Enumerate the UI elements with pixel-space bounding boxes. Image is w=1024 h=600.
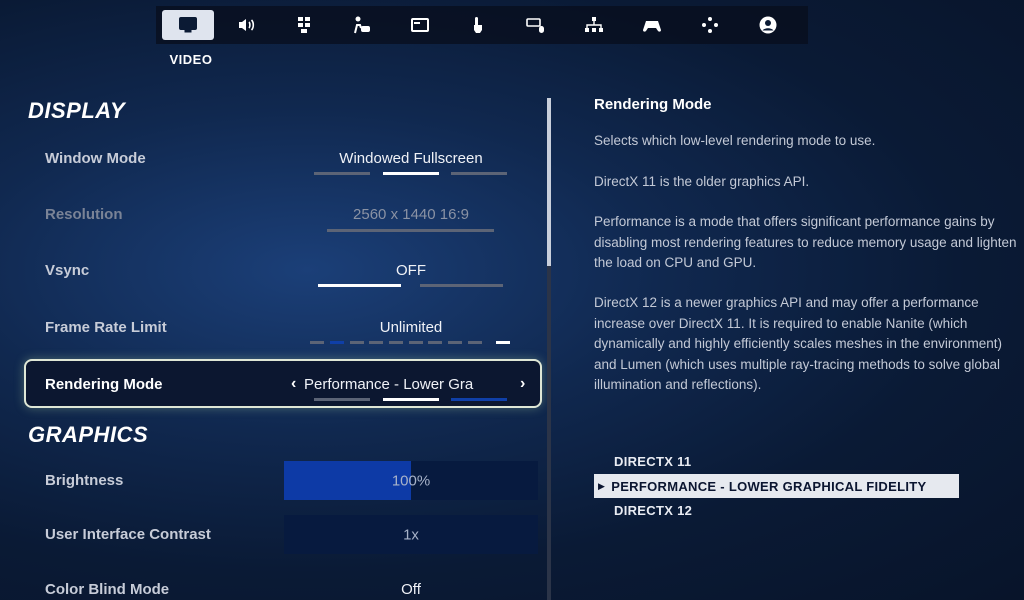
option-directx12[interactable]: DIRECTX 12 — [614, 503, 692, 518]
rendering-mode-option-indicator-selected — [383, 398, 439, 401]
rendering-mode-option-indicator — [314, 398, 370, 401]
description-paragraph: DirectX 11 is the older graphics API. — [594, 174, 810, 189]
vsync-label: Vsync — [45, 262, 90, 279]
tab-touch[interactable] — [452, 10, 504, 40]
tab-accessibility[interactable] — [278, 10, 330, 40]
account-icon — [759, 16, 777, 34]
option-performance-label: PERFORMANCE - LOWER GRAPHICAL FIDELITY — [611, 478, 927, 494]
brightness-slider[interactable]: 100% — [284, 461, 538, 500]
vsync-value[interactable]: OFF — [311, 262, 511, 279]
ui-contrast-label: User Interface Contrast — [45, 526, 211, 543]
tab-video[interactable] — [162, 10, 214, 40]
settings-scrollbar[interactable] — [547, 98, 551, 600]
display-section-title: DISPLAY — [28, 98, 126, 123]
vsync-option-indicator-selected — [318, 284, 401, 287]
network-icon — [585, 17, 603, 32]
window-icon — [411, 18, 429, 32]
option-performance-selected[interactable]: ▶ PERFORMANCE - LOWER GRAPHICAL FIDELITY — [594, 474, 959, 498]
accessibility-grid-icon — [298, 17, 310, 33]
tab-network[interactable] — [568, 10, 620, 40]
resolution-label: Resolution — [45, 206, 123, 223]
option-directx11[interactable]: DIRECTX 11 — [614, 454, 691, 469]
dpad-icon — [702, 17, 718, 33]
speaker-icon — [239, 19, 255, 31]
window-mode-option-indicator-selected — [383, 172, 439, 175]
window-mode-option-indicator — [314, 172, 370, 175]
active-tab-label: VIDEO — [169, 52, 213, 67]
caret-right-icon: ▶ — [598, 480, 606, 491]
controller-person-icon — [354, 16, 370, 34]
color-blind-mode-value[interactable]: Off — [311, 581, 511, 598]
resolution-value: 2560 x 1440 16:9 — [353, 206, 469, 223]
ui-contrast-value: 1x — [403, 526, 419, 543]
tab-controller-bindings[interactable] — [684, 10, 736, 40]
gamepad-icon — [643, 21, 661, 32]
tab-account[interactable] — [742, 10, 794, 40]
resolution-indicator — [327, 229, 494, 232]
tab-input[interactable] — [336, 10, 388, 40]
window-mode-option-indicator — [451, 172, 507, 175]
brightness-value: 100% — [391, 472, 431, 489]
ui-contrast-slider[interactable]: 1x — [284, 515, 538, 554]
frame-rate-limit-value[interactable]: Unlimited — [311, 319, 511, 336]
graphics-section-title: GRAPHICS — [28, 422, 149, 447]
scrollbar-thumb[interactable] — [547, 98, 551, 266]
rendering-mode-label: Rendering Mode — [45, 376, 163, 393]
chevron-right-icon[interactable]: › — [520, 375, 525, 393]
rendering-mode-option-indicator — [451, 398, 507, 401]
description-paragraph: Performance is a mode that offers signif… — [594, 214, 1017, 270]
chevron-left-icon[interactable]: ‹ — [291, 375, 296, 393]
description-paragraph: DirectX 12 is a newer graphics API and m… — [594, 295, 1002, 392]
window-mode-value[interactable]: Windowed Fullscreen — [311, 150, 511, 167]
brightness-label: Brightness — [45, 472, 124, 489]
tab-hud[interactable] — [394, 10, 446, 40]
monitor-icon — [179, 17, 197, 33]
description-paragraph: Selects which low-level rendering mode t… — [594, 133, 876, 148]
description-title: Rendering Mode — [594, 96, 712, 113]
color-blind-mode-label: Color Blind Mode — [45, 581, 170, 598]
tab-keyboard[interactable] — [510, 10, 562, 40]
settings-tab-bar — [156, 6, 808, 44]
tab-controller[interactable] — [626, 10, 678, 40]
touch-icon — [474, 17, 482, 33]
vsync-option-indicator — [420, 284, 503, 287]
tab-audio[interactable] — [220, 10, 272, 40]
window-mode-label: Window Mode — [45, 150, 146, 167]
frame-rate-limit-label: Frame Rate Limit — [45, 319, 167, 336]
rendering-mode-value[interactable]: Performance - Lower Gra — [304, 376, 516, 393]
keyboard-mouse-icon — [526, 18, 544, 33]
